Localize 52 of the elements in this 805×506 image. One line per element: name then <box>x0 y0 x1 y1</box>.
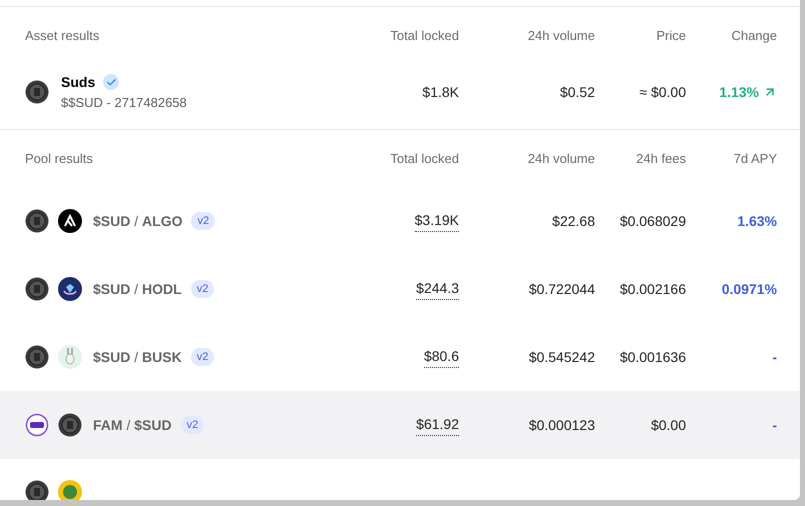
total-locked: $3.19K <box>414 210 459 232</box>
asset-name: Suds <box>61 72 96 92</box>
pair-name: $SUD / ALGO <box>93 212 182 230</box>
pair-name: $SUD / HODL <box>93 280 182 298</box>
logo-icon <box>58 345 82 369</box>
logo-icon <box>58 209 82 233</box>
apy-value: 1.63% <box>737 212 777 230</box>
column-header: 24h volume <box>528 150 595 168</box>
price-value: ≈ $0.00 <box>639 82 686 102</box>
column-header: Total locked <box>390 150 459 168</box>
version-badge: v2 <box>190 280 214 298</box>
pair-name: $SUD / BUSK <box>93 348 182 366</box>
coin-icon <box>58 413 82 437</box>
version-badge: v2 <box>180 416 204 434</box>
volume-value: $0.000123 <box>528 416 595 434</box>
coin-icon <box>25 209 49 233</box>
column-header: Pool results <box>25 150 94 168</box>
fees-value: $0.00 <box>650 416 686 434</box>
change-value: 1.13% <box>719 82 759 102</box>
volume-value: $0.722044 <box>528 280 595 298</box>
logo-icon <box>58 277 82 301</box>
asset-subtitle: $$SUD - 2717482658 <box>61 94 187 112</box>
version-badge: v2 <box>191 212 216 230</box>
coin-icon <box>25 80 49 104</box>
column-header: Change <box>731 27 777 46</box>
apy-value: - <box>772 348 777 366</box>
volume-value: $0.52 <box>560 82 595 102</box>
volume-value: $0.545242 <box>528 348 595 366</box>
fees-value: $0.001636 <box>620 348 686 366</box>
column-header: 24h fees <box>636 150 686 168</box>
total-locked: $244.3 <box>416 278 459 300</box>
coin-icon <box>25 480 49 500</box>
logo-icon <box>58 480 82 500</box>
apy-value: - <box>772 416 777 434</box>
coin-icon <box>25 277 49 301</box>
pool-row[interactable]: FAM / $SUD v2 $61.92 $0.000123 $0.00 - <box>0 391 800 459</box>
version-badge: v2 <box>190 348 214 366</box>
total-locked: $1.8K <box>422 82 459 102</box>
total-locked: $80.6 <box>424 346 459 368</box>
pair-name: FAM / $SUD <box>93 416 172 434</box>
volume-value: $22.68 <box>552 212 595 230</box>
column-header: Price <box>656 27 686 46</box>
column-header: Asset results <box>25 27 100 46</box>
column-header: Total locked <box>390 27 459 46</box>
coin-icon <box>25 345 49 369</box>
column-header: 7d APY <box>734 150 777 168</box>
fees-value: $0.002166 <box>620 280 686 298</box>
apy-value: 0.0971% <box>722 280 777 298</box>
total-locked: $61.92 <box>416 414 459 436</box>
fees-value: $0.068029 <box>620 212 686 230</box>
logo-icon <box>25 413 49 437</box>
column-header: 24h volume <box>528 27 595 46</box>
